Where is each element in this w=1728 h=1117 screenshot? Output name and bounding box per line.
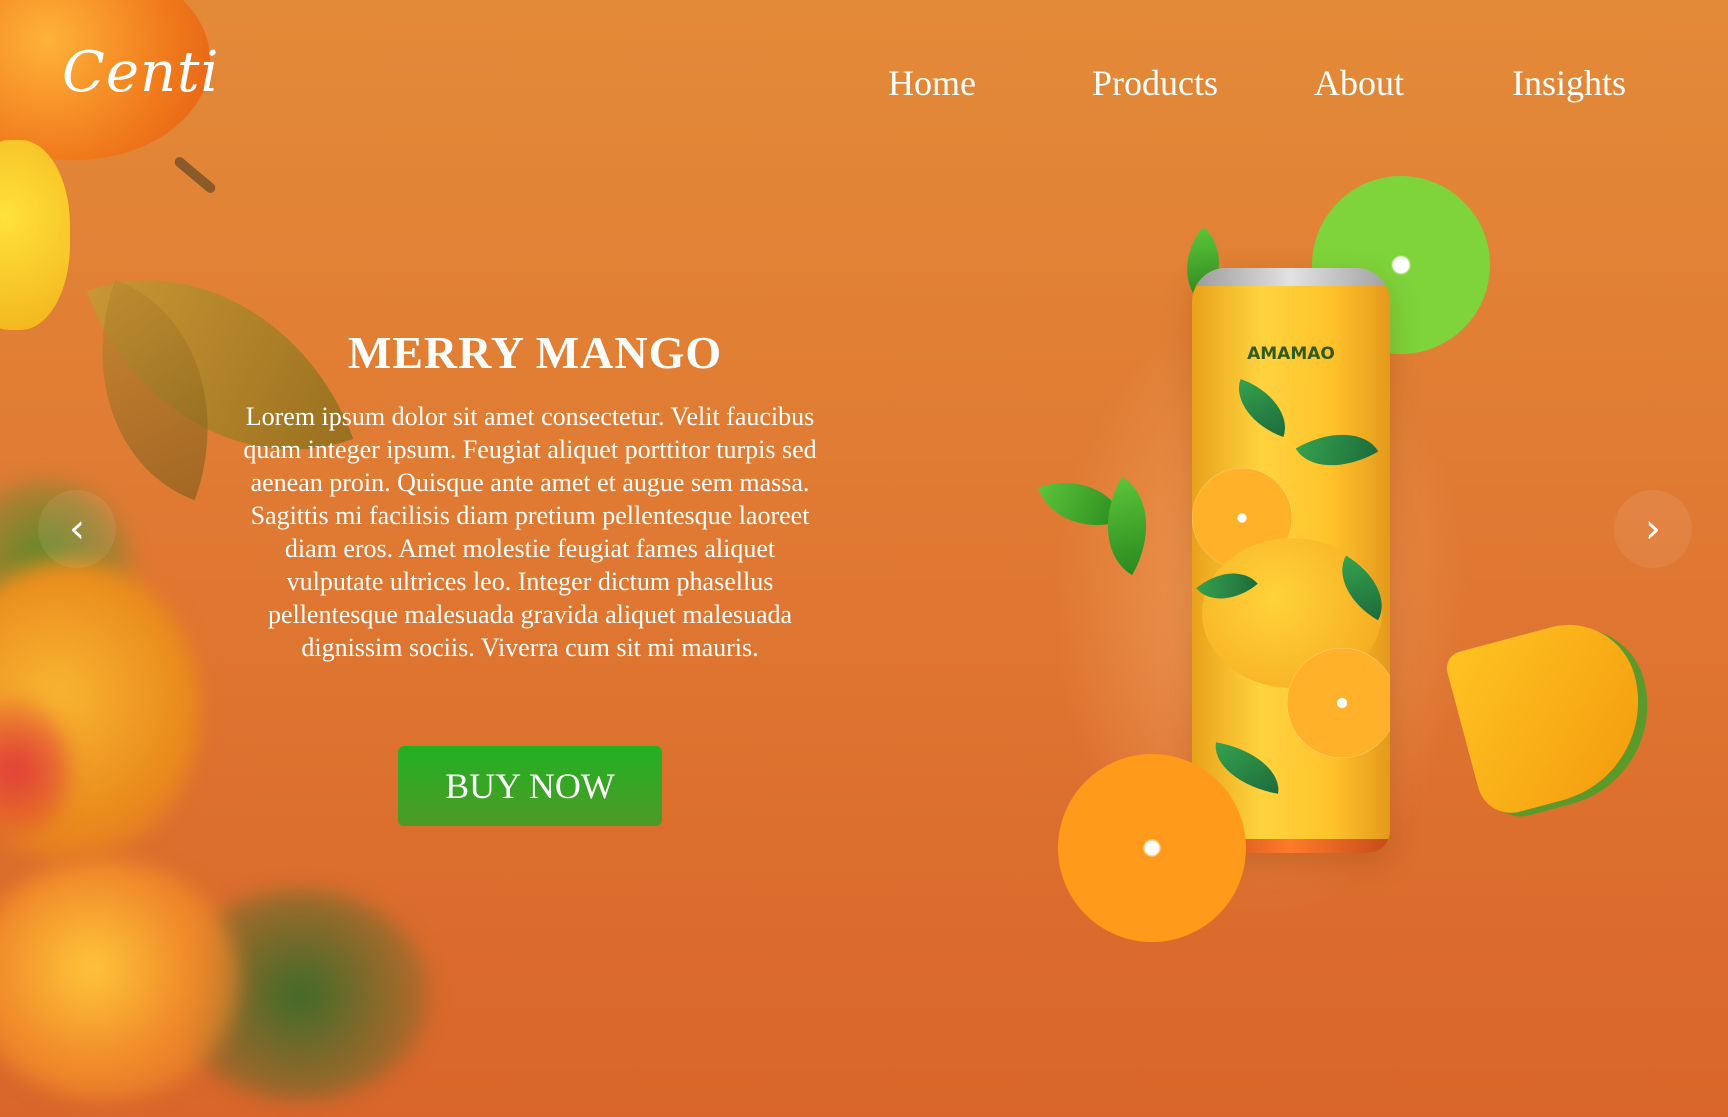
nav-insights-link[interactable]: Insights — [1512, 62, 1626, 104]
nav-about-link[interactable]: About — [1314, 62, 1404, 104]
buy-now-button[interactable]: BUY NOW — [398, 746, 662, 826]
carousel-next-button[interactable]: › — [1614, 490, 1692, 568]
nav-products-link[interactable]: Products — [1092, 62, 1218, 104]
product-description: Lorem ipsum dolor sit amet consectetur. … — [243, 402, 817, 662]
orange-slice-image — [1058, 754, 1246, 942]
chevron-left-icon: ‹ — [69, 506, 85, 552]
brand-logo[interactable]: Centi — [62, 40, 219, 105]
can-leaf-graphic — [1295, 413, 1379, 487]
nav-home-link[interactable]: Home — [888, 62, 976, 104]
chevron-right-icon: › — [1645, 506, 1661, 552]
product-title: MERRY MANGO — [347, 327, 723, 378]
can-lid — [1192, 268, 1390, 286]
lemon-decoration — [0, 140, 70, 330]
can-leaf-graphic — [1226, 378, 1298, 438]
can-orange-graphic — [1287, 648, 1390, 758]
product-can-image: AMAMAO — [1192, 268, 1390, 853]
mango-stem-decoration — [172, 155, 218, 195]
carousel-prev-button[interactable]: ‹ — [38, 490, 116, 568]
can-brand-label: AMAMAO — [1247, 344, 1335, 364]
mango-wedge-image — [1443, 609, 1661, 821]
landing-page: Centi Home Products About Insights MERRY… — [0, 0, 1728, 1117]
